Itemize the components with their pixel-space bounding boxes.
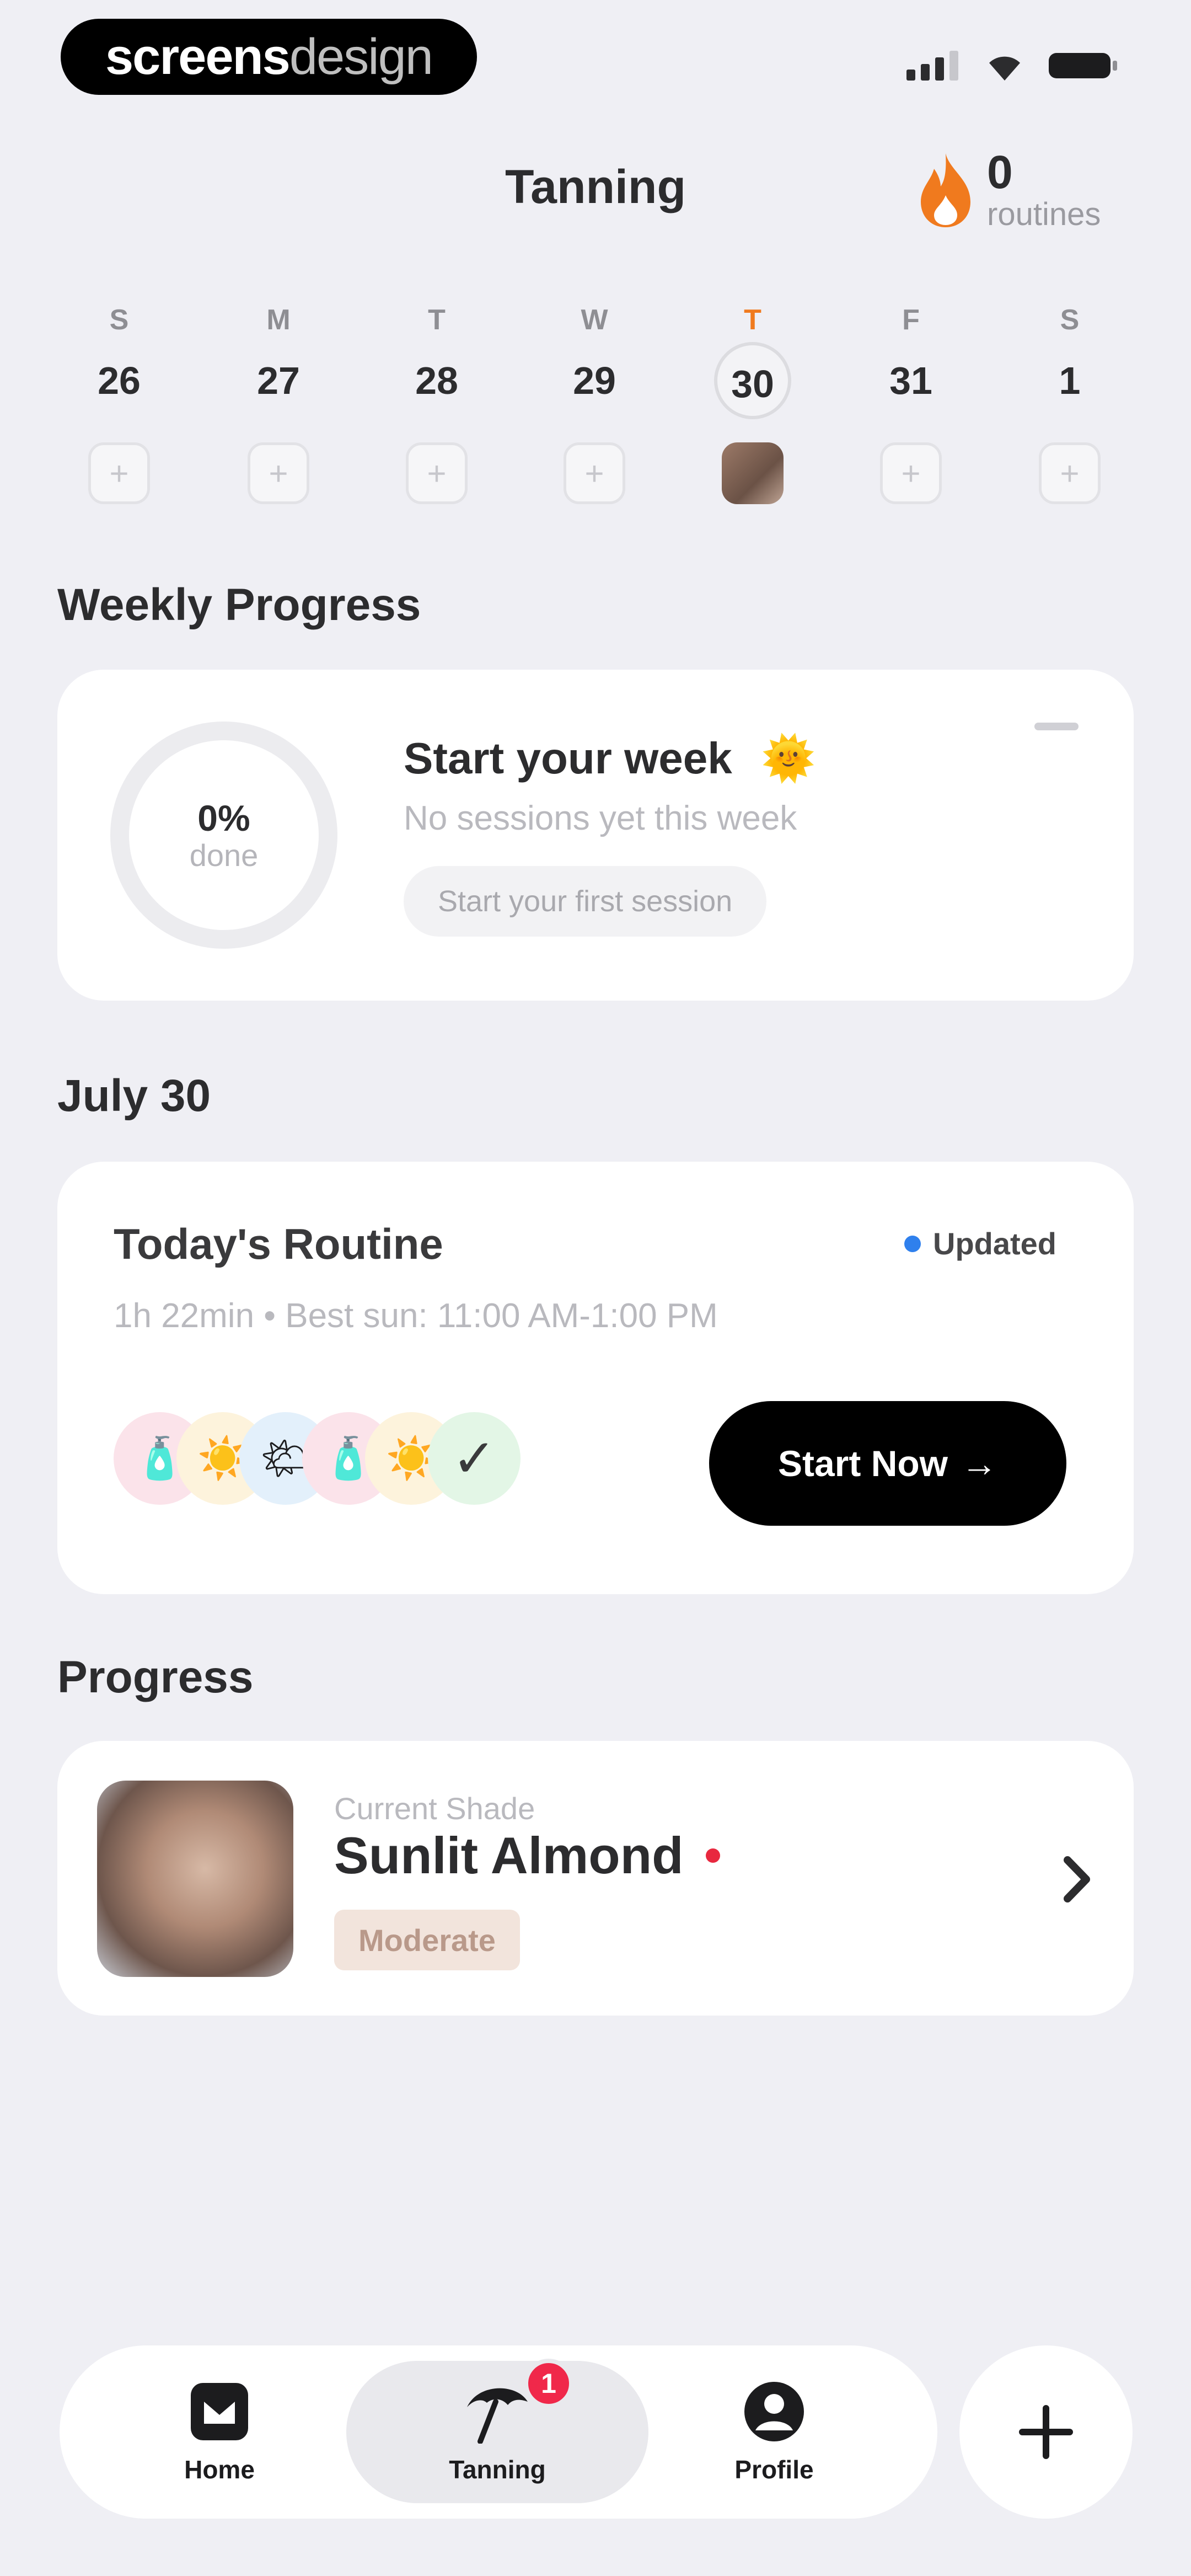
streak-label: routines	[987, 196, 1101, 232]
calendar-day-mon[interactable]: M 27 +	[223, 303, 334, 504]
calendar-date-today: 30	[714, 342, 791, 419]
start-now-button[interactable]: Start Now →	[709, 1401, 1066, 1526]
start-now-label: Start Now	[777, 1443, 948, 1484]
wifi-icon	[989, 56, 1020, 81]
more-options-icon[interactable]	[1034, 723, 1079, 730]
routine-meta: 1h 22min • Best sun: 11:00 AM-1:00 PM	[114, 1297, 718, 1335]
shade-name-row: Sunlit Almond	[334, 1826, 720, 1885]
tab-tanning-label: Tanning	[449, 2455, 546, 2484]
start-first-session-chip[interactable]: Start your first session	[404, 866, 767, 937]
routine-title: Today's Routine	[114, 1220, 443, 1268]
calendar-date: 28	[415, 359, 458, 402]
shade-intensity-tag: Moderate	[334, 1910, 520, 1970]
streak-count: 0	[987, 146, 1013, 198]
add-button[interactable]	[959, 2345, 1133, 2519]
tab-profile[interactable]: Profile	[664, 2380, 884, 2484]
add-photo-slot[interactable]: +	[564, 442, 625, 504]
calendar-dow: T	[428, 304, 446, 336]
progress-percent-label: done	[189, 837, 259, 873]
progress-heading: Progress	[57, 1652, 254, 1702]
tab-home-label: Home	[184, 2455, 255, 2484]
current-shade-label: Current Shade	[334, 1791, 535, 1826]
check-step-icon: ✓	[428, 1412, 521, 1505]
calendar-dow: W	[581, 304, 608, 336]
notification-badge: 1	[524, 2359, 573, 2408]
shade-name: Sunlit Almond	[334, 1826, 684, 1884]
tab-profile-label: Profile	[734, 2455, 814, 2484]
calendar-day-fri[interactable]: F 31 +	[856, 303, 966, 504]
shade-photo	[97, 1781, 293, 1977]
calendar-date: 31	[889, 359, 932, 402]
calendar-dow: S	[1060, 304, 1080, 336]
arrow-right-icon: →	[961, 1443, 998, 1484]
calendar-date: 26	[98, 359, 141, 402]
routine-steps: 🧴 ☀️ 🌤 🧴 ☀️ ✓	[114, 1412, 521, 1505]
tab-tanning[interactable]: Tanning	[387, 2380, 608, 2484]
weekly-title-text: Start your week	[404, 734, 732, 783]
chevron-right-icon[interactable]	[1061, 1854, 1094, 1904]
brand-logo-bold: screens	[105, 28, 291, 85]
calendar-dow: S	[109, 304, 129, 336]
calendar-dow: F	[902, 304, 920, 336]
add-photo-slot[interactable]: +	[248, 442, 309, 504]
calendar-day-sun[interactable]: S 26 +	[64, 303, 174, 504]
date-heading: July 30	[57, 1071, 211, 1121]
add-photo-slot[interactable]: +	[88, 442, 150, 504]
add-photo-slot[interactable]: +	[880, 442, 942, 504]
calendar-day-wed[interactable]: W 29 +	[539, 303, 650, 504]
calendar-day-sat[interactable]: S 1 +	[1015, 303, 1125, 504]
weekly-progress-heading: Weekly Progress	[57, 580, 421, 630]
tab-home[interactable]: Home	[109, 2380, 330, 2484]
sun-face-icon: 🌞	[761, 734, 816, 783]
status-icons	[906, 49, 1119, 82]
profile-icon	[744, 2382, 804, 2441]
weekly-progress-title: Start your week 🌞	[404, 733, 816, 784]
streak-counter[interactable]: 0 routines	[915, 149, 1101, 231]
updated-badge: Updated	[904, 1226, 1056, 1262]
progress-photo-thumbnail[interactable]	[722, 442, 784, 504]
progress-percent: 0%	[197, 797, 250, 838]
battery-icon	[1049, 53, 1117, 78]
add-photo-slot[interactable]: +	[1039, 442, 1101, 504]
calendar-day-today[interactable]: T 30	[698, 303, 808, 504]
weekly-progress-ring: 0% done	[110, 722, 337, 949]
calendar-day-tue[interactable]: T 28 +	[382, 303, 492, 504]
week-calendar: S 26 +	[64, 303, 150, 504]
calendar-dow: M	[266, 304, 291, 336]
calendar-date: 27	[257, 359, 300, 402]
signal-icon	[906, 51, 958, 81]
flame-icon	[921, 153, 970, 227]
weekly-progress-subtitle: No sessions yet this week	[404, 799, 797, 837]
calendar-date: 29	[573, 359, 616, 402]
brand-logo: screens design	[61, 19, 477, 95]
plus-icon	[1019, 2405, 1073, 2459]
calendar-dow-today: T	[744, 304, 761, 336]
updated-dot	[904, 1235, 921, 1252]
shade-indicator-dot	[705, 1848, 720, 1863]
home-icon	[191, 2383, 248, 2440]
updated-label: Updated	[933, 1226, 1056, 1261]
calendar-date: 1	[1059, 359, 1081, 402]
add-photo-slot[interactable]: +	[406, 442, 468, 504]
brand-logo-light: design	[289, 28, 433, 85]
beach-umbrella-icon	[467, 2388, 528, 2444]
